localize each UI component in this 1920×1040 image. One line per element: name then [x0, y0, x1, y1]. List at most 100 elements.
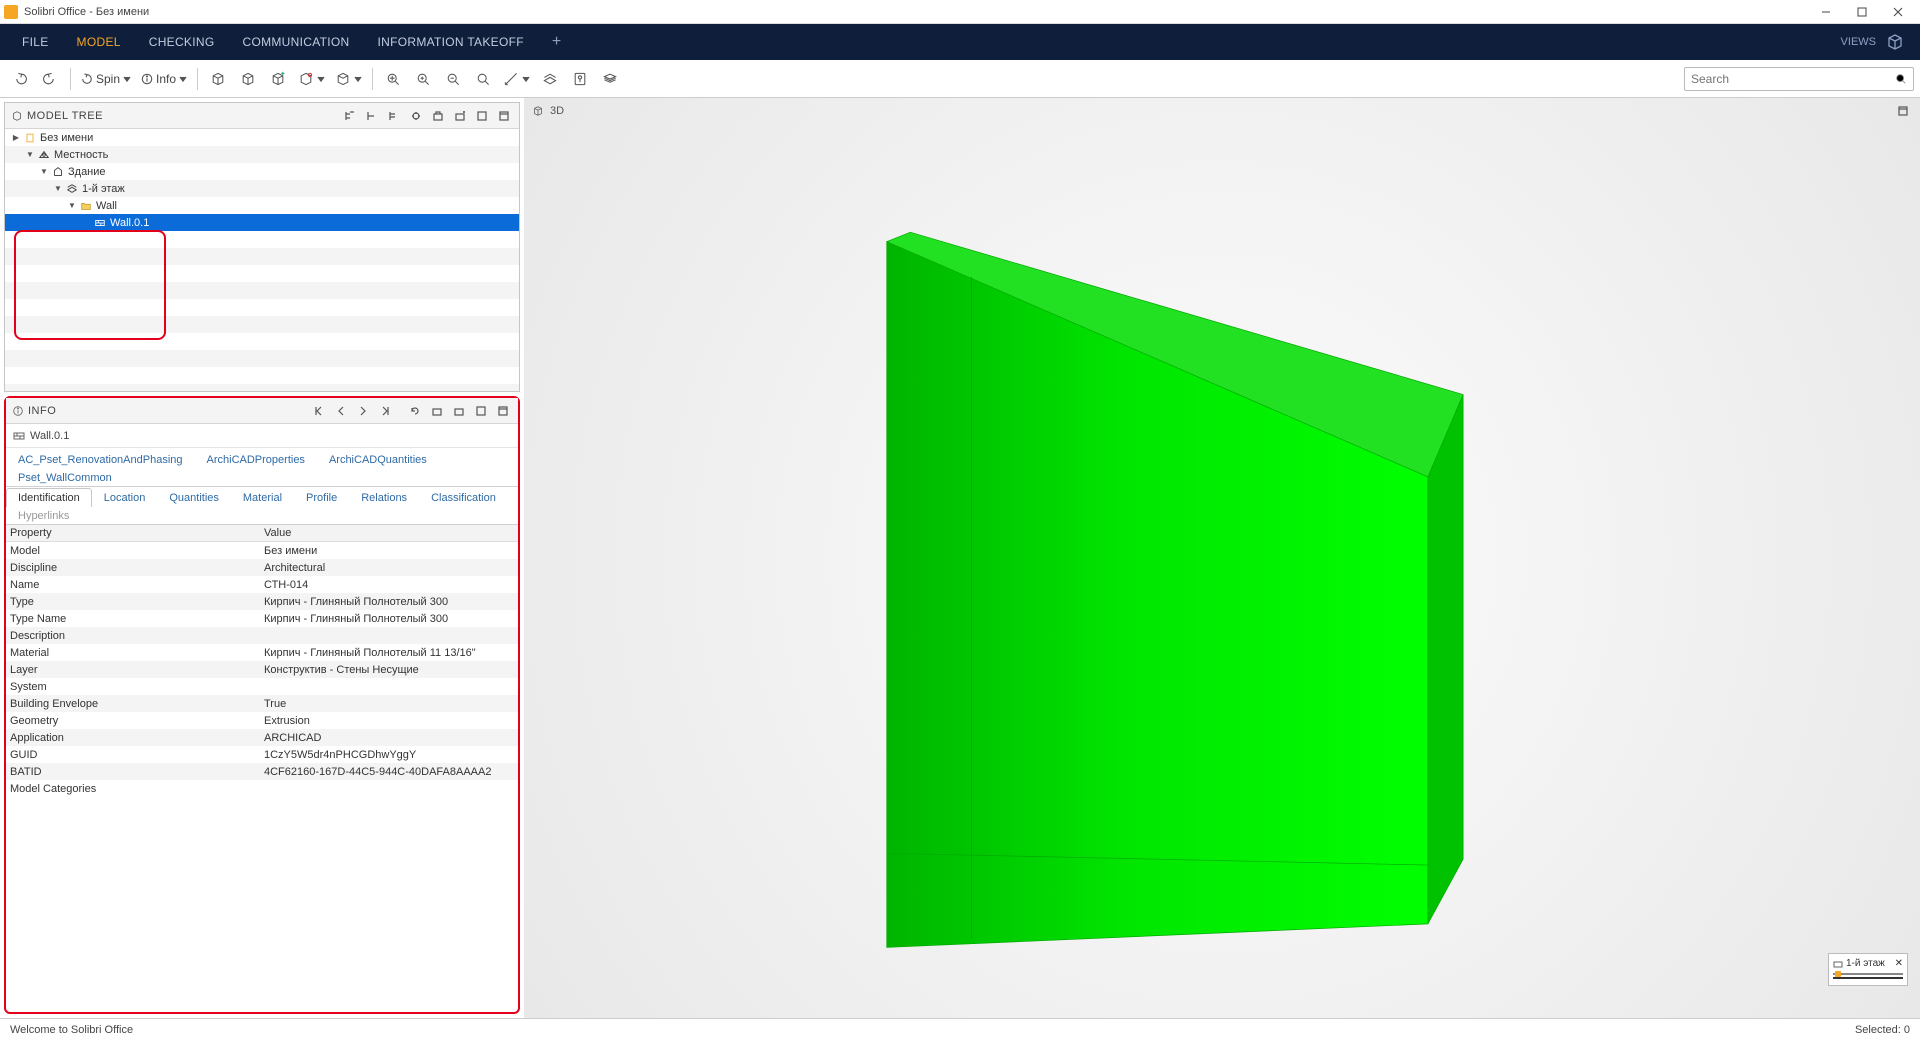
tree-mode4-button[interactable] — [407, 107, 425, 125]
tree-row[interactable]: ▼1-й этаж — [5, 180, 519, 197]
property-row[interactable]: MaterialКирпич - Глиняный Полнотелый 11 … — [6, 644, 518, 661]
cube1-button[interactable] — [204, 65, 232, 93]
info-prev-button[interactable] — [332, 402, 350, 420]
info-dropdown[interactable]: Info — [137, 65, 191, 93]
property-row[interactable]: Description — [6, 627, 518, 644]
property-row[interactable]: Type NameКирпич - Глиняный Полнотелый 30… — [6, 610, 518, 627]
menu-checking[interactable]: CHECKING — [135, 24, 229, 60]
maximize-button[interactable] — [1844, 0, 1880, 24]
info-panel: INFO Wall.0.1 AC_Pset_R — [4, 396, 520, 1014]
info-basket-button[interactable] — [428, 402, 446, 420]
menu-add-tab[interactable]: + — [538, 24, 576, 60]
prop-key: Layer — [6, 664, 260, 676]
info-tab[interactable]: AC_Pset_RenovationAndPhasing — [6, 450, 195, 469]
info-tab[interactable]: Profile — [294, 488, 349, 507]
chevron-down-icon — [317, 75, 325, 83]
search-box[interactable] — [1684, 67, 1914, 91]
prop-value: Extrusion — [260, 715, 518, 727]
info-tab[interactable]: Pset_WallCommon — [6, 468, 124, 487]
marker-button[interactable] — [566, 65, 594, 93]
property-row[interactable]: Building EnvelopeTrue — [6, 695, 518, 712]
storey-icon — [65, 182, 79, 196]
property-row[interactable]: BATID4CF62160-167D-44C5-944C-40DAFA8AAAA… — [6, 763, 518, 780]
3d-maximize-button[interactable] — [1894, 102, 1912, 120]
tree-maximize-button[interactable] — [495, 107, 513, 125]
property-row[interactable]: GUID1CzY5W5dr4nPHCGDhwYggY — [6, 746, 518, 763]
cube-options-dropdown[interactable] — [331, 65, 366, 93]
tree-mode1-button[interactable] — [341, 107, 359, 125]
menu-file[interactable]: FILE — [8, 24, 63, 60]
minimize-button[interactable] — [1808, 0, 1844, 24]
zoom-out-button[interactable] — [439, 65, 467, 93]
tree-row[interactable]: ▼Здание — [5, 163, 519, 180]
close-button[interactable] — [1880, 0, 1916, 24]
floor-close-icon[interactable]: ✕ — [1895, 958, 1903, 969]
info-tab[interactable]: Classification — [419, 488, 508, 507]
info-next-button[interactable] — [354, 402, 372, 420]
statusbar: Welcome to Solibri Office Selected: 0 — [0, 1018, 1920, 1040]
spin-dropdown[interactable]: Spin — [77, 65, 135, 93]
property-row[interactable]: NameСТН-014 — [6, 576, 518, 593]
views-label[interactable]: VIEWS — [1841, 36, 1876, 48]
floor-selector[interactable]: 1-й этаж ✕ — [1828, 953, 1908, 986]
model-tree-panel: MODEL TREE ▶Без имени▼Местность▼Здание▼1… — [4, 102, 520, 392]
tree-row[interactable]: ▶Wall.0.1 — [5, 214, 519, 231]
property-row[interactable]: LayerКонструктив - Стены Несущие — [6, 661, 518, 678]
tree-body[interactable]: ▶Без имени▼Местность▼Здание▼1-й этаж▼Wal… — [5, 129, 519, 391]
redo-button[interactable] — [36, 65, 64, 93]
info-prev-end-button[interactable] — [310, 402, 328, 420]
3d-canvas[interactable]: 1-й этаж ✕ — [524, 124, 1920, 1018]
info-tab[interactable]: ArchiCADProperties — [195, 450, 317, 469]
zoom-fit-button[interactable] — [379, 65, 407, 93]
property-row[interactable]: Model Categories — [6, 780, 518, 797]
cube-mode-dropdown[interactable] — [294, 65, 329, 93]
info-tab[interactable]: Relations — [349, 488, 419, 507]
building-icon — [51, 165, 65, 179]
layout-cube-icon[interactable] — [1886, 33, 1904, 51]
menu-info-takeoff[interactable]: INFORMATION TAKEOFF — [364, 24, 538, 60]
tree-window-button[interactable] — [473, 107, 491, 125]
info-window-button[interactable] — [472, 402, 490, 420]
search-icon — [1895, 73, 1907, 85]
tree-row[interactable]: ▼Местность — [5, 146, 519, 163]
tree-basket-add-button[interactable] — [451, 107, 469, 125]
zoom-reset-button[interactable] — [469, 65, 497, 93]
zoom-in-button[interactable] — [409, 65, 437, 93]
cube-highlight-button[interactable] — [234, 65, 262, 93]
property-row[interactable]: System — [6, 678, 518, 695]
info-tab[interactable]: Hyperlinks — [6, 506, 81, 525]
tree-basket-button[interactable] — [429, 107, 447, 125]
tree-row[interactable]: ▶Без имени — [5, 129, 519, 146]
col-property: Property — [6, 527, 260, 539]
3d-title: 3D — [550, 105, 564, 117]
undo-button[interactable] — [6, 65, 34, 93]
property-row[interactable]: TypeКирпич - Глиняный Полнотелый 300 — [6, 593, 518, 610]
info-tab[interactable]: Quantities — [157, 488, 231, 507]
layers-button[interactable] — [596, 65, 624, 93]
info-basket-add-button[interactable] — [450, 402, 468, 420]
info-tab[interactable]: ArchiCADQuantities — [317, 450, 439, 469]
info-maximize-button[interactable] — [494, 402, 512, 420]
property-row[interactable]: GeometryExtrusion — [6, 712, 518, 729]
property-row[interactable]: ModelБез имени — [6, 542, 518, 559]
menubar: FILE MODEL CHECKING COMMUNICATION INFORM… — [0, 24, 1920, 60]
prop-value: Кирпич - Глиняный Полнотелый 300 — [260, 596, 518, 608]
tree-row[interactable]: ▼Wall — [5, 197, 519, 214]
property-row[interactable]: DisciplineArchitectural — [6, 559, 518, 576]
info-tab[interactable]: Location — [92, 488, 158, 507]
info-tab[interactable]: Material — [231, 488, 294, 507]
search-input[interactable] — [1691, 72, 1895, 86]
info-refresh-button[interactable] — [406, 402, 424, 420]
tree-mode3-button[interactable] — [385, 107, 403, 125]
property-row[interactable]: ApplicationARCHICAD — [6, 729, 518, 746]
prop-key: Description — [6, 630, 260, 642]
menu-communication[interactable]: COMMUNICATION — [228, 24, 363, 60]
info-title: INFO — [28, 405, 56, 417]
measure-dropdown[interactable] — [499, 65, 534, 93]
tree-mode2-button[interactable] — [363, 107, 381, 125]
menu-model[interactable]: MODEL — [63, 24, 135, 60]
cube-add-button[interactable] — [264, 65, 292, 93]
info-next-end-button[interactable] — [376, 402, 394, 420]
section-button[interactable] — [536, 65, 564, 93]
info-tab[interactable]: Identification — [6, 488, 92, 507]
